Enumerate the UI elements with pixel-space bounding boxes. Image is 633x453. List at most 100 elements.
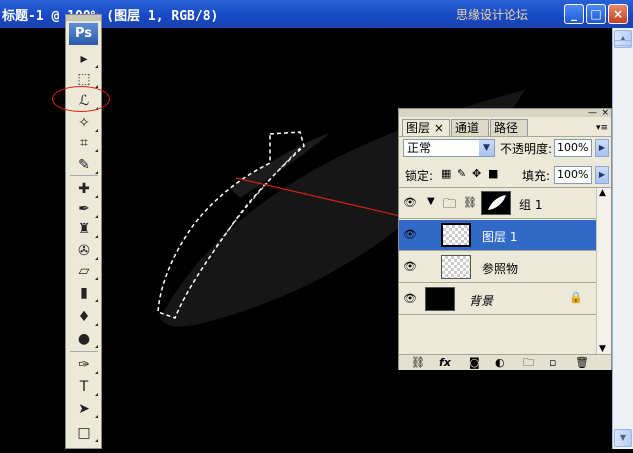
- canvas-vertical-scrollbar[interactable]: ▲ ▼: [612, 28, 633, 449]
- tool-flyout-indicator: [95, 277, 98, 280]
- layer-name[interactable]: 图层 1: [482, 228, 517, 245]
- lock-transparency-icon[interactable]: ▦: [441, 167, 451, 180]
- opacity-input[interactable]: 100%: [554, 139, 592, 157]
- eye-icon[interactable]: 👁: [403, 228, 417, 241]
- lock-label: 锁定:: [405, 169, 434, 183]
- dodge-tool[interactable]: ●: [72, 329, 98, 349]
- type-tool[interactable]: T: [72, 377, 98, 397]
- new-layer-icon[interactable]: ▫: [549, 355, 556, 370]
- adjustment-layer-icon[interactable]: ◐: [495, 355, 505, 370]
- chevron-down-icon: ▼: [479, 140, 494, 156]
- layer-thumbnail[interactable]: [425, 287, 455, 311]
- gradient-tool[interactable]: ▮: [72, 283, 98, 303]
- layer-row-layer-1[interactable]: 👁 图层 1: [399, 220, 596, 251]
- clone-stamp-tool[interactable]: ♜: [72, 219, 98, 239]
- tab-layers-label: 图层: [406, 121, 431, 135]
- brush-tool[interactable]: ✒: [72, 199, 98, 219]
- crop-tool[interactable]: ⌗: [72, 133, 98, 153]
- fill-input[interactable]: 100%: [554, 166, 592, 184]
- fx-icon[interactable]: fx: [439, 355, 451, 370]
- layer-thumbnail[interactable]: [441, 255, 471, 279]
- path-selection-tool[interactable]: ➤: [72, 399, 98, 419]
- tab-layers[interactable]: 图层 ×: [402, 119, 450, 136]
- scroll-up-arrow-icon[interactable]: ▲: [599, 188, 606, 198]
- pen-tool[interactable]: ✑: [72, 355, 98, 375]
- tool-flyout-indicator: [95, 149, 98, 152]
- eyedropper-tool[interactable]: ✎: [72, 155, 98, 175]
- tool-flyout-indicator: [95, 129, 98, 132]
- add-mask-icon[interactable]: ◙: [469, 355, 480, 370]
- move-icon: ▸: [80, 51, 88, 67]
- dodge-icon: ●: [77, 331, 91, 347]
- move-tool[interactable]: ▸: [72, 49, 98, 69]
- panel-minimize-button[interactable]: —: [588, 109, 597, 118]
- minimize-button[interactable]: _: [564, 4, 584, 24]
- opacity-slider-button[interactable]: ▶: [595, 139, 609, 157]
- type-icon: T: [79, 379, 89, 395]
- tool-flyout-indicator: [95, 65, 98, 68]
- layer-row-background[interactable]: 👁 背景 🔒: [399, 284, 596, 315]
- tab-close-icon[interactable]: ×: [434, 121, 444, 135]
- scroll-down-arrow-icon[interactable]: ▼: [599, 344, 606, 354]
- new-group-icon[interactable]: 🗀: [523, 355, 534, 370]
- maximize-button[interactable]: □: [586, 4, 606, 24]
- ps-logo[interactable]: Ps: [69, 23, 98, 45]
- layer-name[interactable]: 参照物: [482, 260, 518, 277]
- tool-flyout-indicator: [95, 215, 98, 218]
- layer-row-reference[interactable]: 👁 参照物: [399, 252, 596, 283]
- history-brush-icon: ✇: [78, 243, 90, 259]
- pen-icon: ✑: [78, 357, 90, 373]
- layer-thumbnail[interactable]: [441, 223, 471, 247]
- magic-wand-tool[interactable]: ✧: [72, 113, 98, 133]
- tab-channels[interactable]: 通道: [451, 119, 489, 136]
- tool-flyout-indicator: [95, 371, 98, 374]
- lock-position-icon[interactable]: ✥: [472, 167, 481, 180]
- layers-panel: — × 图层 × 通道 路径 ▾≡ 正常 ▼ 不透明度: 100% ▶ 锁定: …: [398, 108, 612, 370]
- eraser-icon: ▱: [78, 263, 90, 279]
- tab-paths[interactable]: 路径: [490, 119, 528, 136]
- tool-flyout-indicator: [95, 439, 98, 442]
- lock-icon: 🔒: [569, 291, 583, 304]
- close-button[interactable]: ×: [608, 4, 628, 24]
- tool-flyout-indicator: [95, 299, 98, 302]
- lock-pixels-icon[interactable]: ✎: [457, 167, 466, 180]
- fill-slider-button[interactable]: ▶: [595, 166, 609, 184]
- folder-icon: 🗀: [443, 197, 457, 212]
- blend-mode-select[interactable]: 正常 ▼: [403, 139, 495, 157]
- group-mask-thumbnail[interactable]: [481, 191, 511, 215]
- panel-menu-icon[interactable]: ▾≡: [596, 123, 608, 133]
- scroll-down-button[interactable]: ▼: [614, 429, 632, 447]
- trash-icon[interactable]: 🗑: [575, 355, 589, 370]
- eyedropper-icon: ✎: [78, 157, 90, 173]
- tool-flyout-indicator: [95, 235, 98, 238]
- panel-titlebar[interactable]: — ×: [399, 109, 611, 118]
- scroll-thumb[interactable]: [614, 40, 632, 46]
- opacity-label: 不透明度:: [500, 142, 553, 156]
- layer-name[interactable]: 背景: [469, 292, 493, 309]
- watermark-text: 思缘设计论坛: [456, 8, 529, 22]
- link-layers-icon[interactable]: ⛓: [411, 355, 425, 370]
- healing-brush-tool[interactable]: ✚: [72, 179, 98, 199]
- tool-flyout-indicator: [95, 393, 98, 396]
- toolbox-grip[interactable]: [66, 15, 101, 21]
- layers-scrollbar[interactable]: ▲ ▼: [596, 188, 611, 354]
- lock-all-icon[interactable]: ■: [488, 167, 498, 180]
- toolbox-separator: [70, 351, 98, 352]
- mask-link-icon[interactable]: ⛓: [463, 196, 477, 209]
- gradient-icon: ▮: [80, 285, 88, 301]
- expand-triangle-icon[interactable]: ▼: [427, 196, 435, 207]
- layer-name[interactable]: 组 1: [519, 196, 542, 213]
- layer-row-group-1[interactable]: 👁 ▼ 🗀 ⛓ 组 1: [399, 188, 596, 219]
- history-brush-tool[interactable]: ✇: [72, 241, 98, 261]
- blur-icon: ♦: [77, 309, 91, 325]
- shape-tool[interactable]: □: [72, 423, 98, 443]
- tool-flyout-indicator: [95, 323, 98, 326]
- magic-wand-icon: ✧: [78, 115, 90, 131]
- panel-close-button[interactable]: ×: [601, 109, 609, 118]
- eye-icon[interactable]: 👁: [403, 292, 417, 305]
- eye-icon[interactable]: 👁: [403, 260, 417, 273]
- blur-tool[interactable]: ♦: [72, 307, 98, 327]
- clone-stamp-icon: ♜: [77, 221, 91, 237]
- eye-icon[interactable]: 👁: [403, 196, 417, 209]
- eraser-tool[interactable]: ▱: [72, 261, 98, 281]
